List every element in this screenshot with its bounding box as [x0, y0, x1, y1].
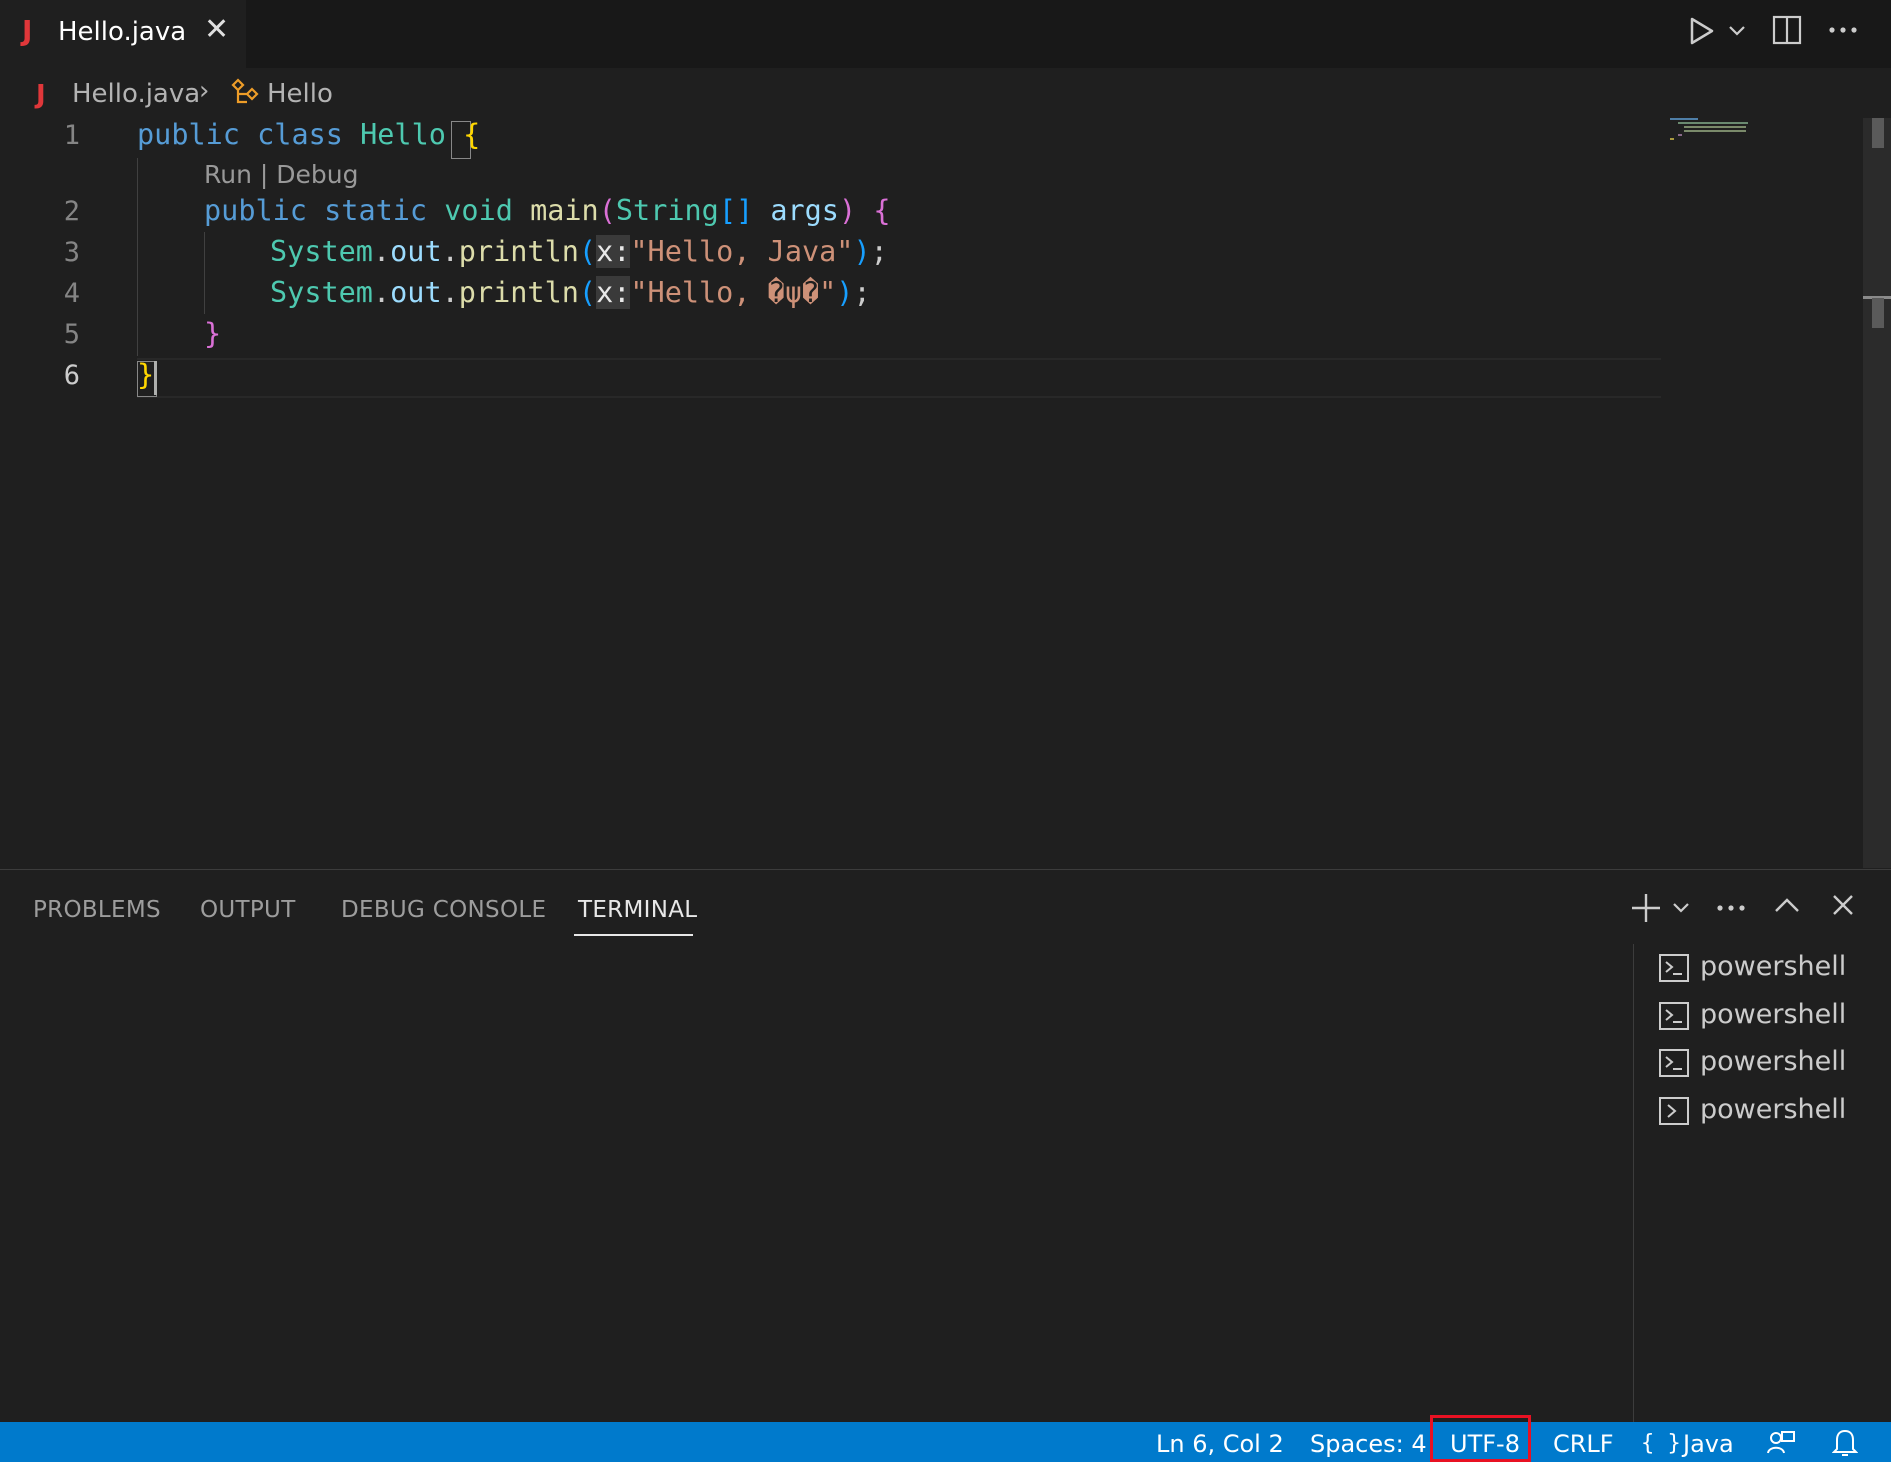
terminal-list-item[interactable]: powershell	[1658, 1043, 1848, 1083]
line-number: 2	[63, 196, 80, 227]
tab-hello-java[interactable]: J Hello.java ✕	[0, 0, 246, 68]
code-line-2: public static void main(String[] args) {	[204, 194, 891, 227]
code-line-5: }	[204, 317, 222, 350]
code-line-6: }	[137, 358, 155, 391]
new-terminal-plus-icon[interactable]	[1630, 892, 1662, 924]
terminal-list-item[interactable]: powershell	[1658, 996, 1848, 1036]
feedback-icon[interactable]	[1766, 1429, 1796, 1457]
maximize-panel-chevron-up-icon[interactable]	[1774, 896, 1800, 914]
notifications-bell-icon[interactable]	[1832, 1428, 1858, 1458]
panel-more-actions-icon[interactable]	[1716, 904, 1746, 912]
terminal-label: powershell	[1700, 951, 1847, 982]
java-file-icon: J	[36, 80, 46, 110]
close-panel-icon[interactable]	[1832, 894, 1854, 916]
breadcrumb-file[interactable]: Hello.java	[72, 79, 200, 109]
scrollbar-thumb[interactable]	[1872, 118, 1884, 148]
tab-terminal[interactable]: TERMINAL	[578, 897, 697, 923]
line-number: 5	[63, 319, 80, 350]
editor-tab-bar	[0, 0, 1891, 68]
split-editor-icon[interactable]	[1772, 15, 1802, 45]
terminal-label: powershell	[1700, 999, 1847, 1030]
scrollbar-marker	[1872, 298, 1884, 328]
line-number: 3	[63, 237, 80, 268]
inlay-hint: x:	[596, 276, 631, 309]
tab-problems[interactable]: PROBLEMS	[33, 897, 161, 923]
inlay-hint: x:	[596, 235, 631, 268]
terminal-label: powershell	[1700, 1094, 1847, 1125]
current-line-highlight	[137, 358, 1661, 398]
terminal-icon	[1659, 1097, 1689, 1125]
code-line-3: System.out.println(x:"Hello, Java");	[270, 235, 888, 268]
language-braces-icon: { }	[1641, 1431, 1681, 1456]
terminal-list-item[interactable]: powershell	[1658, 1091, 1848, 1131]
code-line-4: System.out.println(x:"Hello, �ψ�");	[270, 276, 871, 309]
close-tab-icon[interactable]: ✕	[204, 12, 229, 47]
active-tab-indicator	[574, 934, 693, 936]
minimap[interactable]	[1668, 118, 1758, 148]
class-symbol-icon	[231, 78, 259, 104]
status-language-mode[interactable]: Java	[1683, 1430, 1734, 1458]
line-number-active: 6	[63, 360, 80, 391]
vertical-scrollbar[interactable]	[1863, 118, 1891, 868]
terminal-icon	[1659, 1049, 1689, 1077]
text-cursor	[154, 361, 157, 395]
more-actions-icon[interactable]	[1828, 26, 1858, 34]
line-number: 4	[63, 278, 80, 309]
breadcrumb-separator-icon: ›	[199, 76, 210, 106]
status-eol[interactable]: CRLF	[1553, 1430, 1614, 1458]
codelens-run-debug[interactable]: Run | Debug	[204, 160, 358, 189]
terminal-icon	[1659, 954, 1689, 982]
tab-debug-console[interactable]: DEBUG CONSOLE	[341, 897, 546, 923]
status-cursor-position[interactable]: Ln 6, Col 2	[1156, 1430, 1284, 1458]
terminal-list-divider	[1633, 944, 1634, 1424]
terminal-dropdown-chevron-icon[interactable]	[1672, 901, 1690, 915]
breadcrumb-symbol[interactable]: Hello	[267, 79, 333, 109]
terminal-list-item[interactable]: powershell	[1658, 948, 1848, 988]
status-bar: Ln 6, Col 2 Spaces: 4 UTF-8 CRLF { } Jav…	[0, 1415, 1891, 1462]
code-line-1: public class Hello {	[137, 118, 481, 151]
java-file-icon: J	[22, 14, 33, 47]
tab-output[interactable]: OUTPUT	[200, 897, 296, 923]
indent-guide	[204, 232, 205, 314]
status-indentation[interactable]: Spaces: 4	[1310, 1430, 1427, 1458]
status-encoding[interactable]: UTF-8	[1450, 1430, 1520, 1458]
terminal-icon	[1659, 1002, 1689, 1030]
tab-title: Hello.java	[58, 17, 187, 47]
line-number: 1	[63, 120, 80, 151]
run-icon[interactable]	[1688, 16, 1716, 46]
panel-border	[0, 869, 1891, 870]
indent-guide	[137, 158, 138, 356]
run-dropdown-chevron-icon[interactable]	[1728, 24, 1746, 38]
terminal-label: powershell	[1700, 1046, 1847, 1077]
